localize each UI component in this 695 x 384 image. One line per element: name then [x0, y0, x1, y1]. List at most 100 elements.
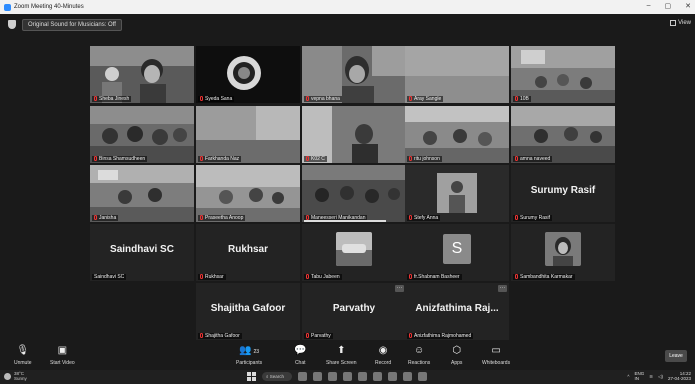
video-gallery: Sheba Jinesh Syeda Sana vepna bhana Aray… [0, 36, 695, 342]
muted-mic-icon [515, 96, 518, 101]
edge-browser-icon[interactable] [313, 372, 322, 381]
participant-name: Rukhsar [198, 274, 226, 280]
participant-tile[interactable]: Tabu Jabeen [302, 224, 406, 281]
muted-mic-icon [409, 274, 412, 279]
video-feed [302, 46, 406, 103]
muted-mic-icon [306, 96, 309, 101]
participant-display-name: Rukhsar [227, 244, 268, 255]
clock[interactable]: 14:22 27-04-2023 [668, 371, 691, 381]
muted-mic-icon [200, 333, 203, 338]
tray-chevron-icon[interactable]: ^ [627, 374, 629, 379]
participant-tile[interactable]: 10B [511, 46, 615, 103]
participant-tile[interactable]: Aray Sangle [405, 46, 509, 103]
participant-tile[interactable]: amna naveed [511, 106, 615, 163]
participant-tile[interactable]: Syeda Sana [196, 46, 300, 103]
mail-icon[interactable] [358, 372, 367, 381]
chat-button[interactable]: 💬 Chat [294, 345, 306, 366]
participant-name: Anizfathima Rajmohamed [407, 333, 474, 339]
participant-tile[interactable]: Maneesseri Manikandan [302, 165, 406, 222]
video-feed [302, 106, 406, 163]
participant-tile[interactable]: ··· Parvathy Parvathy [302, 283, 406, 340]
windows-start-icon[interactable] [247, 372, 256, 381]
participant-name: K02 C [304, 156, 327, 162]
muted-mic-icon [94, 215, 97, 220]
apps-button[interactable]: ⬡ Apps [451, 345, 462, 366]
participant-tile[interactable]: Rukhsar Rukhsar [196, 224, 300, 281]
participants-button[interactable]: 👥 23 Participants [236, 345, 262, 366]
whiteboards-button[interactable]: ▭ Whiteboards [482, 345, 510, 366]
word-icon[interactable] [373, 372, 382, 381]
taskbar-search[interactable]: ⌕ Search [262, 372, 292, 381]
weather-widget[interactable]: 38°C Sunny [4, 371, 27, 381]
meeting-topbar: Original Sound for Musicians: Off View [0, 14, 695, 36]
participant-display-name: Anizfathima Raj... [415, 303, 499, 314]
original-sound-button[interactable]: Original Sound for Musicians: Off [22, 19, 122, 31]
more-options-icon[interactable]: ··· [498, 285, 507, 292]
participant-name: Sheba Jinesh [92, 96, 132, 102]
unmute-button[interactable]: 🎙︎ Unmute [14, 345, 32, 366]
participant-tile[interactable]: Farkhanda Naz [196, 106, 300, 163]
window-controls: – ▢ ✕ [647, 2, 691, 10]
zoom-logo-icon [4, 3, 11, 11]
wifi-icon[interactable]: ≋ [649, 374, 653, 379]
zoom-app-icon[interactable] [388, 372, 397, 381]
profile-picture [545, 232, 581, 266]
muted-mic-icon [306, 156, 309, 161]
participant-tile[interactable]: Binsa Shamsudheen [90, 106, 194, 163]
record-icon: ◉ [378, 345, 388, 356]
store-icon[interactable] [328, 372, 337, 381]
participant-name: Tabu Jabeen [304, 274, 342, 280]
share-screen-icon: ⬆ [337, 345, 346, 356]
security-shield-icon[interactable] [8, 20, 16, 29]
participant-tile[interactable]: Sheba Jinesh [90, 46, 194, 103]
participant-name: amna naveed [513, 156, 553, 162]
photos-icon[interactable] [418, 372, 427, 381]
participant-name: Shajitha Gafoor [198, 333, 242, 339]
app-icon[interactable] [403, 372, 412, 381]
record-button[interactable]: ◉ Record [375, 345, 391, 366]
participant-name: Sambandhita Karmakar [513, 274, 575, 280]
participant-tile[interactable]: K02 C [302, 106, 406, 163]
chrome-icon[interactable] [343, 372, 352, 381]
start-video-button[interactable]: ▣ Start Video [50, 345, 75, 366]
minimize-button[interactable]: – [647, 2, 651, 10]
close-button[interactable]: ✕ [685, 2, 691, 10]
video-feed [511, 106, 615, 163]
participant-name: fr.Shabnam Basheer [407, 274, 462, 280]
view-button[interactable]: View [670, 20, 691, 26]
share-screen-button[interactable]: ⬆ Share Screen [326, 345, 357, 366]
participant-tile[interactable]: Janisha [90, 165, 194, 222]
language-indicator[interactable]: ENG IN [634, 371, 644, 381]
participant-tile[interactable]: vepna bhana [302, 46, 406, 103]
muted-mic-icon [409, 333, 412, 338]
participant-tile[interactable]: Praseetha Anoop [196, 165, 300, 222]
file-explorer-icon[interactable] [298, 372, 307, 381]
reactions-button[interactable]: ☺ Reactions [408, 345, 430, 366]
apps-icon: ⬡ [452, 345, 462, 356]
participant-tile[interactable]: Stefy Anna [405, 165, 509, 222]
muted-mic-icon [200, 215, 203, 220]
video-feed [196, 165, 300, 222]
participant-display-name: Shajitha Gafoor [210, 303, 286, 314]
muted-mic-icon [94, 156, 97, 161]
participant-tile[interactable]: S fr.Shabnam Basheer [405, 224, 509, 281]
participant-tile[interactable]: Sambandhita Karmakar [511, 224, 615, 281]
video-feed [90, 106, 194, 163]
participant-name: Binsa Shamsudheen [92, 156, 148, 162]
volume-icon[interactable]: ◁) [658, 374, 663, 379]
participant-tile[interactable]: ··· Anizfathima Raj... Anizfathima Rajmo… [405, 283, 509, 340]
participant-tile[interactable]: Surumy Rasif Surumy Rasif [511, 165, 615, 222]
participant-tile[interactable]: ritu johnson [405, 106, 509, 163]
muted-mic-icon [515, 215, 518, 220]
maximize-button[interactable]: ▢ [665, 2, 672, 10]
video-feed [90, 46, 194, 103]
leave-button[interactable]: Leave [665, 350, 687, 362]
participant-tile[interactable]: Shajitha Gafoor Shajitha Gafoor [196, 283, 300, 340]
sun-icon [4, 372, 11, 380]
more-options-icon[interactable]: ··· [395, 285, 404, 292]
participant-tile[interactable]: Saindhavi SC Saindhavi SC [90, 224, 194, 281]
participant-name: Parvathy [304, 333, 333, 339]
participant-name: Praseetha Anoop [198, 215, 246, 221]
muted-mic-icon [200, 96, 203, 101]
active-speaker-indicator [304, 220, 386, 222]
